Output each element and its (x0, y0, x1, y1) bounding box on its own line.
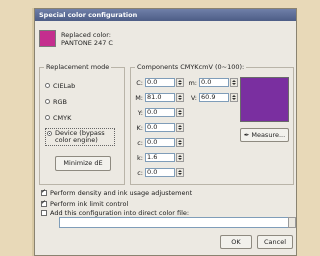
components-group: Components CMYKcmV (0~100): C: 0.0 M: 81… (130, 63, 294, 185)
radio-device-label: Device (bypass color engine) (55, 129, 105, 144)
file-spin-icon[interactable] (288, 217, 296, 228)
component-letter: M: (135, 93, 143, 102)
component-letter: m: (188, 78, 197, 87)
addfile-label: Add this configuration into direct color… (50, 209, 190, 217)
minimize-de-button[interactable]: Minimize dE (55, 156, 111, 171)
replaced-color-swatch (39, 30, 56, 47)
inklimit-checkbox-row[interactable]: Perform ink limit control (41, 199, 129, 208)
spin-arrows-icon[interactable] (176, 93, 184, 102)
component-row: k: 1.6 (133, 153, 184, 162)
component-row: c: 0.0 (133, 168, 184, 177)
replaced-color-name: PANTONE 247 C (61, 39, 113, 47)
component-input[interactable]: 0.0 (145, 108, 175, 117)
spin-arrows-icon[interactable] (176, 168, 184, 177)
spin-arrows-icon[interactable] (176, 123, 184, 132)
component-input[interactable]: 0.0 (145, 168, 175, 177)
component-input[interactable]: 1.6 (145, 153, 175, 162)
dialog-title: Special color configuration (35, 9, 296, 21)
replaced-color-label: Replaced color: (61, 31, 111, 39)
radio-cielab-label: CIELab (53, 82, 76, 90)
component-row: K: 0.0 (133, 123, 184, 132)
ok-button[interactable]: OK (220, 235, 252, 249)
direct-color-file-input[interactable] (59, 217, 293, 228)
special-color-dialog: Special color configuration Replaced col… (34, 8, 297, 256)
components-title: Components CMYKcmV (0~100): (135, 63, 247, 71)
replacement-mode-group: Replacement mode CIELab RGB CMYK Device … (39, 63, 125, 185)
addfile-checkbox[interactable] (41, 210, 47, 216)
measure-label: Measure... (251, 131, 286, 139)
addfile-checkbox-row[interactable]: Add this configuration into direct color… (41, 209, 189, 217)
radio-cmyk-label: CMYK (53, 114, 72, 122)
cancel-button[interactable]: Cancel (257, 235, 293, 249)
component-letter: V: (190, 93, 197, 102)
component-letter: k: (137, 153, 143, 162)
spin-arrows-icon[interactable] (176, 78, 184, 87)
component-input[interactable]: 0.0 (145, 138, 175, 147)
replaced-color-text: Replaced color: PANTONE 247 C (61, 31, 113, 47)
spin-arrows-icon[interactable] (230, 78, 238, 87)
replacement-mode-title: Replacement mode (44, 63, 112, 71)
spin-arrows-icon[interactable] (176, 108, 184, 117)
radio-circle-icon[interactable] (45, 83, 50, 88)
spin-arrows-icon[interactable] (176, 153, 184, 162)
component-letter: Y: (137, 108, 143, 117)
radio-cmyk[interactable]: CMYK (45, 114, 71, 122)
radio-cielab[interactable]: CIELab (45, 82, 75, 90)
component-letter: C: (136, 78, 143, 87)
component-row: Y: 0.0 (133, 108, 184, 117)
component-row: M: 81.0 (133, 93, 184, 102)
color-preview-swatch (240, 77, 289, 122)
component-input[interactable]: 60.9 (199, 93, 229, 102)
radio-selected-icon[interactable] (47, 131, 52, 136)
component-input[interactable]: 0.0 (145, 78, 175, 87)
radio-circle-icon[interactable] (45, 99, 50, 104)
component-row: V: 60.9 (187, 93, 238, 102)
component-input[interactable]: 0.0 (145, 123, 175, 132)
component-letter: c: (137, 168, 143, 177)
inklimit-label: Perform ink limit control (50, 200, 129, 208)
component-input[interactable]: 81.0 (145, 93, 175, 102)
radio-circle-icon[interactable] (45, 115, 50, 120)
component-letter: c: (137, 138, 143, 147)
component-row: C: 0.0 (133, 78, 184, 87)
density-checkbox-row[interactable]: Perform density and ink usage adjustemen… (41, 188, 193, 197)
component-letter: K: (136, 123, 143, 132)
eyedropper-icon: ✒ (243, 131, 250, 139)
component-row: m: 0.0 (187, 78, 238, 87)
radio-rgb[interactable]: RGB (45, 98, 67, 106)
inklimit-checkbox[interactable] (41, 199, 47, 207)
radio-device[interactable]: Device (bypass color engine) (45, 128, 115, 146)
spin-arrows-icon[interactable] (230, 93, 238, 102)
density-checkbox[interactable] (41, 188, 47, 196)
density-label: Perform density and ink usage adjustemen… (50, 189, 193, 197)
component-input[interactable]: 0.0 (199, 78, 229, 87)
spin-arrows-icon[interactable] (176, 138, 184, 147)
measure-button[interactable]: ✒ Measure... (240, 128, 289, 142)
component-row: c: 0.0 (133, 138, 184, 147)
radio-rgb-label: RGB (53, 98, 68, 106)
